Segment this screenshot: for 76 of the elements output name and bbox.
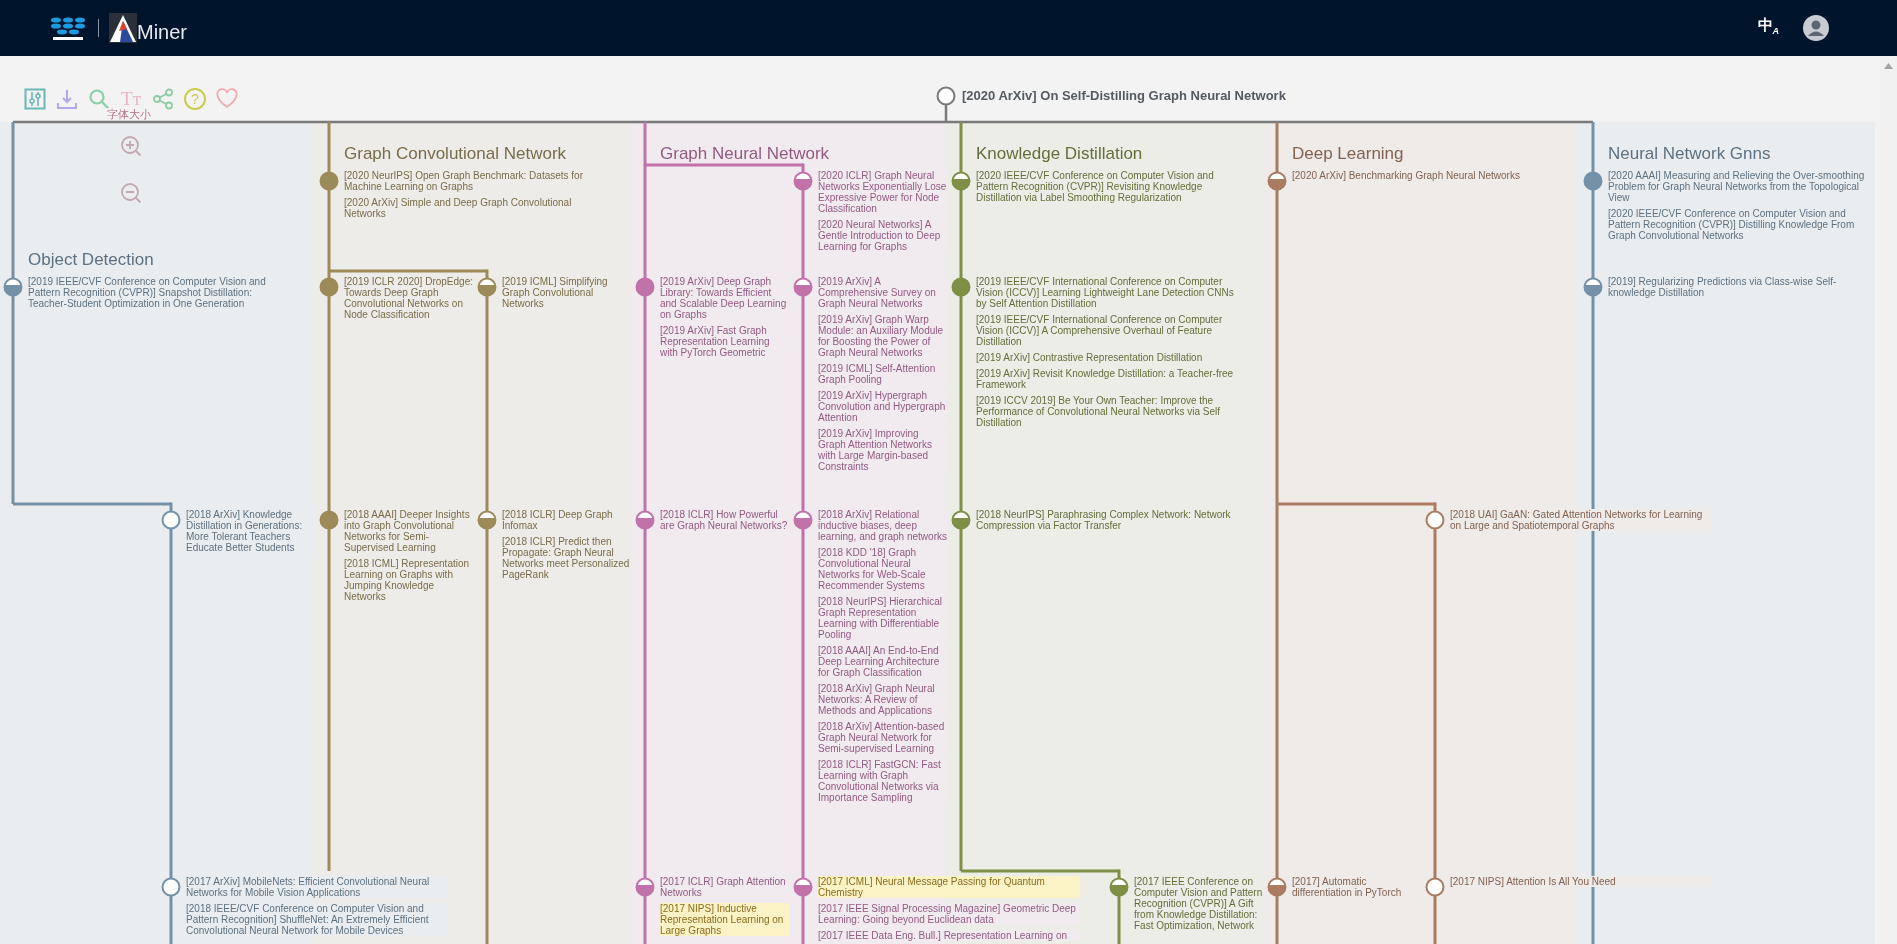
timeline-node[interactable] [793, 277, 813, 297]
paper-link[interactable]: [2017 IEEE Signal Processing Magazine] Geometric Deep Learning: Going beyond Euclidean data [818, 903, 1080, 925]
paper-link[interactable]: [2019 ArXiv] Graph Warp Module: an Auxiliary Module for Boosting the Power of Graph Neural Networks [818, 314, 947, 358]
language-button[interactable]: 中$_{A}$ [1757, 16, 1779, 40]
paper-link[interactable]: [2018 AAAI] Deeper Insights into Graph Convolutional Networks for Semi-Supervised Learning [344, 509, 473, 553]
timeline-node[interactable] [635, 877, 655, 897]
timeline-node[interactable] [1583, 277, 1603, 297]
paper-link[interactable]: [2019 ArXiv] Hypergraph Convolution and Hypergraph Attention [818, 390, 947, 423]
column-title: Graph Neural Network [660, 143, 830, 165]
zoom-out-icon[interactable] [120, 182, 142, 204]
heart-icon[interactable] [216, 88, 238, 110]
timeline-node[interactable] [793, 877, 813, 897]
paper-link[interactable]: [2018 KDD '18] Graph Convolutional Neural Networks for Web-Scale Recommender Systems [818, 547, 947, 591]
column-title: Neural Network Gnns [1608, 143, 1771, 165]
paper-link[interactable]: [2018 ICLR] FastGCN: Fast Learning with Graph Convolutional Networks via Importance Sampling [818, 759, 947, 803]
column-title: Deep Learning [1292, 143, 1404, 165]
paper-link[interactable]: [2018 ICLR] Predict then Propagate: Graph Neural Networks meet Personalized PageRank [502, 536, 631, 580]
timeline-node[interactable] [635, 277, 655, 297]
timeline-node[interactable] [1425, 510, 1445, 530]
timeline-node[interactable] [951, 171, 971, 191]
paper-link[interactable]: [2017 IEEE Data Eng. Bull.] Representation Learning on [818, 930, 1080, 941]
paper-link[interactable]: [2018 ArXiv] Graph Neural Networks: A Review of Methods and Applications [818, 683, 947, 716]
column-title: Object Detection [28, 249, 154, 271]
timeline-node[interactable] [319, 277, 339, 297]
paper-link[interactable]: [2017 ICML] Neural Message Passing for Quantum Chemistry [818, 876, 1080, 898]
paper-link[interactable]: [2019 ArXiv] A Comprehensive Survey on Graph Neural Networks [818, 276, 947, 309]
timeline-node[interactable] [161, 510, 181, 530]
share-icon[interactable] [152, 88, 174, 110]
timeline-node[interactable] [477, 510, 497, 530]
avatar-icon[interactable] [1803, 15, 1829, 41]
paper-link[interactable]: [2018 UAI] GaAN: Gated Attention Networks for Learning on Large and Spatiotemporal Graphs [1450, 509, 1712, 531]
paper-link[interactable]: [2018 ICLR] Deep Graph Infomax [502, 509, 631, 531]
timeline-node[interactable] [635, 510, 655, 530]
timeline-node[interactable] [793, 510, 813, 530]
paper-link[interactable]: [2018 AAAI] An End-to-End Deep Learning Architecture for Graph Classification [818, 645, 947, 678]
paper-link[interactable]: [2019 ArXiv] Deep Graph Library: Towards Efficient and Scalable Deep Learning on Graphs [660, 276, 789, 320]
logo-icon[interactable] [50, 15, 86, 41]
paper-link[interactable]: [2019 ICML] Self-Attention Graph Pooling [818, 363, 947, 385]
paper-link[interactable]: [2018 ArXiv] Relational inductive biases, deep learning, and graph networks [818, 509, 947, 542]
font-size-label: 字体大小 [107, 107, 151, 122]
paper-link[interactable]: [2019 ICLR 2020] DropEdge: Towards Deep Graph Convolutional Networks on Node Classification [344, 276, 473, 320]
column-title: Knowledge Distillation [976, 143, 1143, 165]
root-node[interactable] [936, 86, 956, 106]
paper-link[interactable]: [2017 IEEE Conference on Computer Vision and Pattern Recognition (CVPR)] A Gift from Knowledge Distillation: Fast Optimization, Network [1134, 876, 1263, 931]
timeline-node[interactable] [951, 510, 971, 530]
paper-link[interactable]: [2018 ICLR] How Powerful are Graph Neural Networks? [660, 509, 789, 531]
timeline-node[interactable] [477, 277, 497, 297]
scroll-up-icon[interactable] [1884, 63, 1893, 69]
timeline-node[interactable] [951, 277, 971, 297]
timeline-node[interactable] [3, 277, 23, 297]
timeline-node[interactable] [161, 877, 181, 897]
paper-link[interactable]: [2018 ArXiv] Attention-based Graph Neural Network for Semi-supervised Learning [818, 721, 947, 754]
zoom-in-icon[interactable] [120, 135, 142, 157]
paper-link[interactable]: [2017 NIPS] Inductive Representation Learning on Large Graphs [660, 903, 789, 936]
paper-link[interactable]: [2019 ArXiv] Improving Graph Attention Networks with Large Margin-based Constraints [818, 428, 947, 472]
paper-link[interactable]: [2019 ICML] Simplifying Graph Convolutional Networks [502, 276, 631, 309]
timeline-node[interactable] [793, 171, 813, 191]
timeline-node[interactable] [1267, 877, 1287, 897]
paper-link[interactable]: [2020 Neural Networks] A Gentle Introduction to Deep Learning for Graphs [818, 219, 947, 252]
paper-link[interactable]: [2020 ICLR] Graph Neural Networks Exponentially Lose Expressive Power for Node Classification [818, 170, 947, 214]
timeline-node[interactable] [1267, 171, 1287, 191]
timeline-node[interactable] [319, 171, 339, 191]
timeline-node[interactable] [1425, 877, 1445, 897]
root-title: [2020 ArXiv] On Self-Distilling Graph Neural Network [962, 88, 1286, 103]
timeline-node[interactable] [1583, 171, 1603, 191]
column-title: Graph Convolutional Network [344, 143, 567, 165]
filter-icon[interactable] [24, 88, 46, 110]
paper-link[interactable]: [2018 ArXiv] Knowledge Distillation in Generations: More Tolerant Teachers Educate Better Students [186, 509, 315, 553]
timeline-node[interactable] [319, 510, 339, 530]
paper-link[interactable]: [2017 NIPS] Attention Is All You Need [1450, 876, 1712, 887]
timeline-node[interactable] [1109, 877, 1129, 897]
download-icon[interactable] [56, 88, 78, 110]
paper-link[interactable]: [2017 ArXiv] MobileNets: Efficient Convolutional Neural Networks for Mobile Vision Applications [186, 876, 448, 898]
paper-link[interactable]: [2018 IEEE/CVF Conference on Computer Vision and Pattern Recognition] ShuffleNet: An Extremely Efficient Convolutional Neural Network for Mobile Devices [186, 903, 448, 936]
paper-link[interactable]: [2018 NeurIPS] Hierarchical Graph Representation Learning with Differentiable Pooling [818, 596, 947, 640]
aminer-logo[interactable]: Miner [109, 13, 187, 43]
